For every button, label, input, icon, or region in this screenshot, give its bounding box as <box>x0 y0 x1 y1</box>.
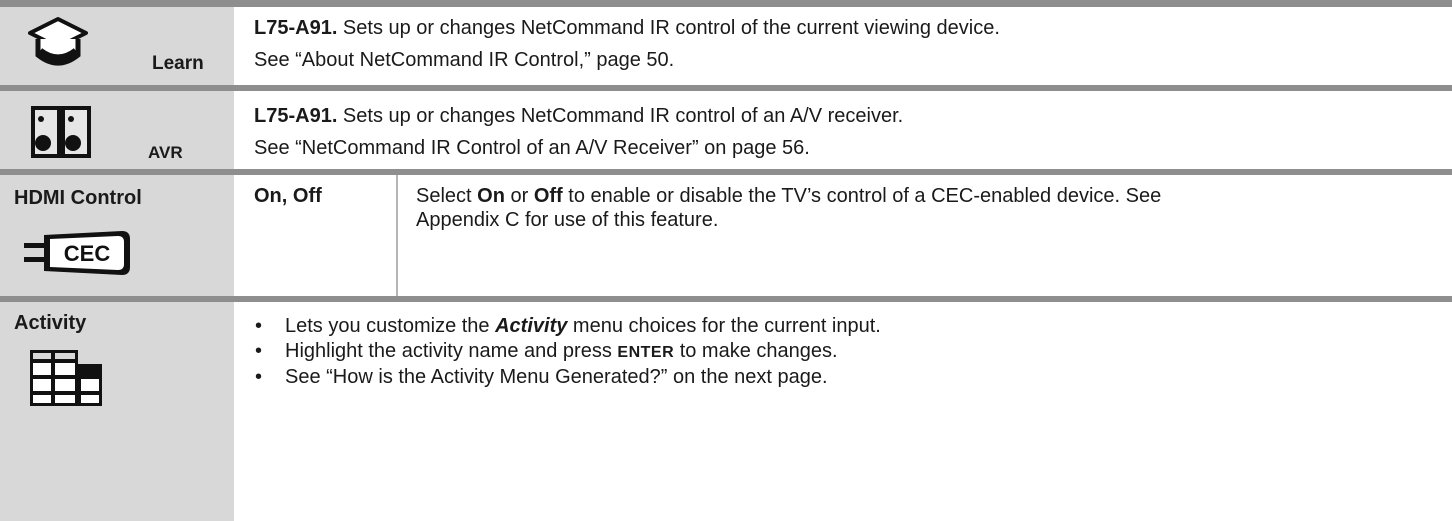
hdmi-desc-on: On <box>477 185 505 207</box>
activity-b1-post: menu choices for the current input. <box>567 315 881 337</box>
bullet: • <box>255 340 263 362</box>
top-rule <box>0 0 1452 7</box>
speakers-icon <box>30 105 92 164</box>
hdmi-label-cell: HDMI Control CEC <box>0 175 234 296</box>
list-item: • Highlight the activity name and press … <box>255 339 881 365</box>
grid-menu-icon <box>30 350 102 411</box>
hdmi-desc-mid: or <box>504 185 534 207</box>
avr-row: AVR L75-A91. Sets up or changes NetComma… <box>0 91 1452 169</box>
learn-desc-cell: L75-A91. Sets up or changes NetCommand I… <box>234 7 1452 85</box>
avr-icon-cell: AVR <box>0 91 234 169</box>
cec-plug-icon: CEC <box>24 227 134 284</box>
avr-line-1: L75-A91. Sets up or changes NetCommand I… <box>254 101 903 131</box>
learn-line-1-text: Sets up or changes NetCommand IR control… <box>337 17 1000 39</box>
activity-b3: See “How is the Activity Menu Generated?… <box>285 366 828 388</box>
hdmi-desc-line-1-rest: to enable or disable the TV’s control of… <box>562 185 1162 207</box>
activity-b1-em: Activity <box>495 315 568 337</box>
hdmi-content-cell: On, Off Select On or Off to enable or di… <box>234 175 1452 296</box>
column-divider <box>396 175 398 296</box>
learn-line-2: See “About NetCommand IR Control,” page … <box>254 49 675 71</box>
avr-icon-label: AVR <box>148 143 183 162</box>
cec-icon-text: CEC <box>64 241 111 266</box>
avr-model-code: L75-A91. <box>254 105 338 127</box>
hdmi-values: On, Off <box>254 185 322 207</box>
hdmi-row: HDMI Control CEC On, Off Select On or Of… <box>0 175 1452 296</box>
hdmi-control-label: HDMI Control <box>14 187 142 209</box>
activity-b1-pre: Lets you customize the <box>285 315 496 337</box>
activity-label: Activity <box>14 312 87 334</box>
activity-b2-post: to make changes. <box>674 340 838 362</box>
learn-icon-label: Learn <box>152 53 204 74</box>
avr-line-1-text: Sets up or changes NetCommand IR control… <box>337 105 904 127</box>
avr-desc-cell: L75-A91. Sets up or changes NetCommand I… <box>234 91 1452 169</box>
learn-row: Learn L75-A91. Sets up or changes NetCom… <box>0 7 1452 85</box>
learn-icon-cell: Learn <box>0 7 234 85</box>
hdmi-desc-line-2: Appendix C for use of this feature. <box>416 209 719 231</box>
learn-line-1: L75-A91. Sets up or changes NetCommand I… <box>254 13 1000 43</box>
graduation-cap-icon <box>28 15 88 78</box>
avr-line-2: See “NetCommand IR Control of an A/V Rec… <box>254 137 810 159</box>
list-item: • Lets you customize the Activity menu c… <box>255 314 881 339</box>
hdmi-desc-pre: Select <box>416 185 478 207</box>
activity-b2-pre: Highlight the activity name and press <box>285 340 618 362</box>
activity-bullet-list: • Lets you customize the Activity menu c… <box>255 314 881 390</box>
hdmi-desc-off: Off <box>533 185 563 207</box>
activity-b2-key: ENTER <box>617 344 675 361</box>
activity-row: Activity • Lets you customize the Activi… <box>0 302 1452 521</box>
learn-model-code: L75-A91. <box>254 17 338 39</box>
list-item: • See “How is the Activity Menu Generate… <box>255 365 881 390</box>
bullet: • <box>255 315 263 337</box>
bullet: • <box>255 366 263 388</box>
activity-label-cell: Activity <box>0 302 234 521</box>
